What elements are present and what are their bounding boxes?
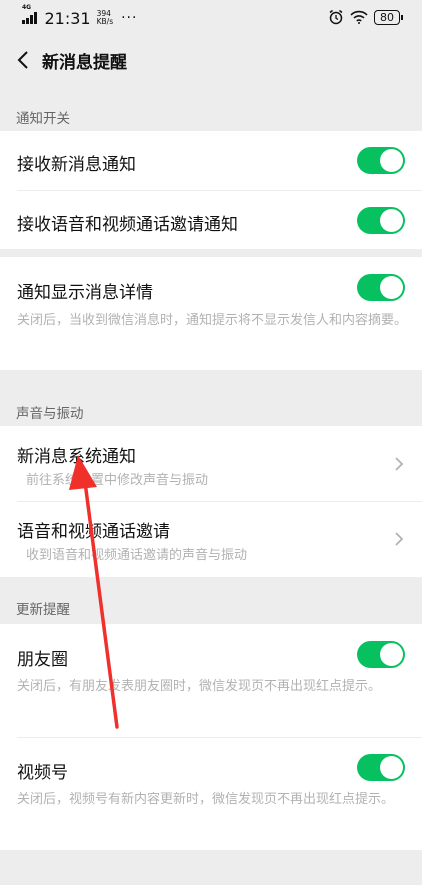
toggle-moments[interactable] — [357, 641, 405, 668]
row-description: 收到语音和视频通话邀请的声音与振动 — [26, 548, 248, 563]
section-header-notify: 通知开关 — [16, 111, 70, 127]
row-system-notification[interactable]: 新消息系统通知 前往系统设置中修改声音与振动 — [0, 426, 422, 501]
card-show-detail: 通知显示消息详情 关闭后，当收到微信消息时，通知提示将不显示发信人和内容摘要。 — [0, 257, 422, 370]
card-notify-switch: 接收新消息通知 接收语音和视频通话邀请通知 — [0, 131, 422, 249]
clock: 21:31 — [44, 8, 91, 28]
more-notifications-icon: ··· — [121, 10, 138, 26]
row-description: 关闭后，当收到微信消息时，通知提示将不显示发信人和内容摘要。 — [17, 313, 408, 328]
speed-unit: KB/s — [96, 17, 114, 26]
row-description: 前往系统设置中修改声音与振动 — [26, 473, 209, 488]
card-sound-vibration: 新消息系统通知 前往系统设置中修改声音与振动 语音和视频通话邀请 收到语音和视频… — [0, 426, 422, 577]
row-description: 关闭后，有朋友发表朋友圈时，微信发现页不再出现红点提示。 — [17, 679, 382, 694]
toggle-knob — [380, 149, 403, 172]
row-title: 朋友圈 — [17, 650, 68, 670]
battery-icon: 80 — [374, 9, 403, 25]
status-right: 80 — [328, 9, 403, 25]
signal-icon: 4G — [22, 4, 37, 24]
row-call-invite-sound[interactable]: 语音和视频通话邀请 收到语音和视频通话邀请的声音与振动 — [0, 501, 422, 577]
row-moments[interactable]: 朋友圈 关闭后，有朋友发表朋友圈时，微信发现页不再出现红点提示。 — [0, 624, 422, 737]
row-receive-new-message[interactable]: 接收新消息通知 — [0, 131, 422, 190]
toggle-knob — [380, 209, 403, 232]
network-speed: 394 KB/s — [97, 10, 114, 26]
nav-bar: 新消息提醒 — [0, 36, 422, 84]
toggle-channels[interactable] — [357, 754, 405, 781]
row-title: 通知显示消息详情 — [17, 283, 153, 303]
status-bar: 4G 21:31 394 KB/s ··· 80 — [0, 0, 422, 36]
toggle-knob — [380, 276, 403, 299]
toggle-knob — [380, 756, 403, 779]
chevron-left-icon — [17, 51, 28, 69]
row-show-message-detail[interactable]: 通知显示消息详情 关闭后，当收到微信消息时，通知提示将不显示发信人和内容摘要。 — [0, 257, 422, 370]
toggle-knob — [380, 643, 403, 666]
row-title: 视频号 — [17, 763, 68, 783]
row-title: 接收新消息通知 — [17, 155, 136, 175]
alarm-icon — [329, 9, 343, 25]
chevron-right-icon — [395, 532, 404, 546]
network-type: 4G — [22, 4, 32, 11]
section-header-update: 更新提醒 — [16, 602, 70, 618]
row-title: 接收语音和视频通话邀请通知 — [17, 215, 238, 235]
toggle-receive-call-invite[interactable] — [357, 207, 405, 234]
card-update-remind: 朋友圈 关闭后，有朋友发表朋友圈时，微信发现页不再出现红点提示。 视频号 关闭后… — [0, 624, 422, 850]
row-title: 新消息系统通知 — [17, 447, 136, 467]
row-description: 关闭后，视频号有新内容更新时，微信发现页不再出现红点提示。 — [17, 792, 395, 807]
chevron-right-icon — [395, 457, 404, 471]
status-left: 4G 21:31 394 KB/s ··· — [22, 4, 138, 28]
toggle-receive-new-message[interactable] — [357, 147, 405, 174]
row-title: 语音和视频通话邀请 — [17, 522, 170, 542]
row-channels[interactable]: 视频号 关闭后，视频号有新内容更新时，微信发现页不再出现红点提示。 — [0, 737, 422, 850]
row-receive-call-invite[interactable]: 接收语音和视频通话邀请通知 — [0, 190, 422, 249]
page-title: 新消息提醒 — [42, 52, 127, 73]
back-button[interactable] — [8, 45, 38, 75]
toggle-show-message-detail[interactable] — [357, 274, 405, 301]
wifi-icon — [350, 10, 368, 24]
section-header-sound: 声音与振动 — [16, 406, 84, 422]
